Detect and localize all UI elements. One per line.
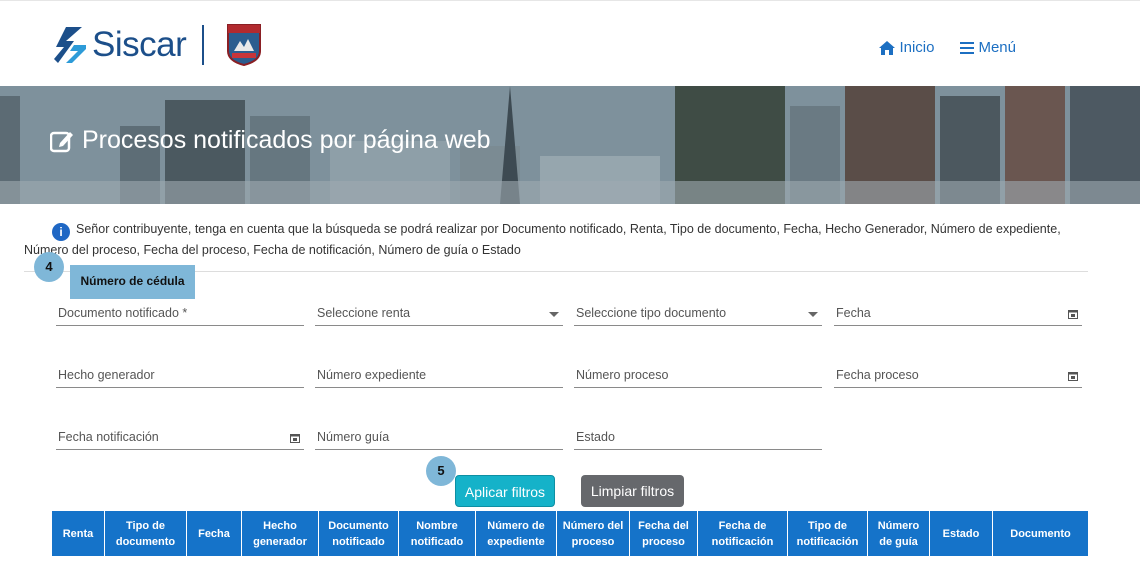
table-header-cell: Fecha de notificación [698,511,788,556]
table-header-text: Documento [328,519,389,532]
table-header-text: notificación [796,535,859,548]
fecha-proceso-input[interactable]: Fecha proceso [834,362,1082,388]
coat-of-arms-icon [227,24,262,67]
table-header-text: Tipo de [808,519,847,532]
main-nav: Inicio Menú [879,39,1016,56]
table-header-cell: Tipo de notificación [788,511,868,556]
table-header-text: Fecha [198,527,230,540]
table-header-text: documento [115,535,176,548]
table-header-text: notificado [332,535,385,548]
nav-home-label: Inicio [899,39,935,56]
nav-menu-label: Menú [978,39,1016,56]
chevron-down-icon [549,312,559,317]
table-header-cell: Documento notificado [319,511,399,556]
apply-filters-button[interactable]: Aplicar filtros [455,475,555,507]
numero-proceso-input[interactable]: Número proceso [574,362,822,388]
home-icon [879,40,896,55]
table-header-text: Número de [487,519,545,532]
siscar-logo-mark-icon [54,27,86,63]
nav-menu-link[interactable]: Menú [960,39,1016,56]
renta-placeholder: Seleccione renta [317,306,411,320]
documento-notificado-placeholder: Documento notificado * [58,306,188,320]
calendar-icon[interactable] [290,433,300,443]
table-header-text: de guía [879,535,918,548]
table-header-cell: Tipo de documento [105,511,187,556]
table-header-text: notificado [410,535,464,548]
table-header-text: proceso [571,535,615,548]
table-header-text: Nombre [416,519,458,532]
table-header-cell: Número de guía [868,511,930,556]
table-header-text: Renta [62,527,94,540]
numero-proceso-placeholder: Número proceso [576,368,669,382]
calendar-icon[interactable] [1068,371,1078,381]
brand-name: Siscar [92,25,187,64]
step-badge-5: 5 [426,456,456,486]
hamburger-icon [960,41,975,54]
edit-icon [50,131,73,152]
siscar-logo[interactable]: Siscar [52,23,262,67]
info-icon: i [52,223,70,241]
info-message: i Señor contribuyente, tenga en cuenta qu… [24,220,1094,260]
step-badge-4: 4 [34,252,64,282]
renta-select[interactable]: Seleccione renta [315,300,563,326]
numero-guia-placeholder: Número guía [317,430,390,444]
table-header-text: generador [253,535,307,548]
table-header-cell: Fecha [187,511,242,556]
table-header-cell: Nombre notificado [399,511,476,556]
results-table-header: Renta Tipo de documento Fecha Hecho generador… [52,511,1088,556]
table-header-cell: Número del proceso [557,511,630,556]
page-title: Procesos notificados por página web [50,126,491,155]
table-header-text: expediente [487,535,545,548]
table-header-cell: Estado [930,511,993,556]
hecho-generador-input[interactable]: Hecho generador [56,362,304,388]
calendar-icon[interactable] [1068,309,1078,319]
table-header-text: Estado [942,527,980,540]
table-header-text: Número [877,519,920,532]
tipo-documento-placeholder: Seleccione tipo documento [576,306,727,320]
table-header-cell: Hecho generador [242,511,319,556]
site-header: Siscar Inicio Menú [0,0,1140,86]
table-header-text: Fecha del [638,519,689,532]
table-header-cell: Fecha del proceso [630,511,698,556]
nav-home-link[interactable]: Inicio [879,39,934,56]
estado-input[interactable]: Estado [574,424,822,450]
table-header-cell: Renta [52,511,105,556]
numero-expediente-placeholder: Número expediente [317,368,427,382]
table-header-text: Fecha de [718,519,767,532]
table-header-text: proceso [642,535,685,548]
numero-expediente-input[interactable]: Número expediente [315,362,563,388]
estado-placeholder: Estado [576,430,615,444]
chevron-down-icon [808,312,818,317]
info-text: Señor contribuyente, tenga en cuenta que… [24,222,1061,257]
clear-filters-button[interactable]: Limpiar filtros [581,475,684,507]
page-title-text: Procesos notificados por página web [82,126,491,154]
page-banner: Procesos notificados por página web [0,86,1140,204]
hecho-generador-placeholder: Hecho generador [58,368,155,382]
table-header-text: Número del [562,519,624,532]
fecha-placeholder: Fecha [836,306,871,320]
fecha-proceso-placeholder: Fecha proceso [836,368,919,382]
table-header-cell: Documento [993,511,1088,556]
fecha-notificacion-input[interactable]: Fecha notificación [56,424,304,450]
table-header-cell: Número de expediente [476,511,557,556]
fecha-notificacion-placeholder: Fecha notificación [58,430,159,444]
documento-notificado-input[interactable]: Documento notificado * [56,300,304,326]
table-header-text: Hecho [263,519,297,532]
table-header-text: Documento [1010,527,1071,540]
table-header-text: notificación [711,535,774,548]
logo-divider [202,25,205,65]
tipo-documento-select[interactable]: Seleccione tipo documento [574,300,822,326]
step4-tooltip: Número de cédula [70,265,195,299]
table-header-text: Tipo de [126,519,165,532]
numero-guia-input[interactable]: Número guía [315,424,563,450]
fecha-input[interactable]: Fecha [834,300,1082,326]
